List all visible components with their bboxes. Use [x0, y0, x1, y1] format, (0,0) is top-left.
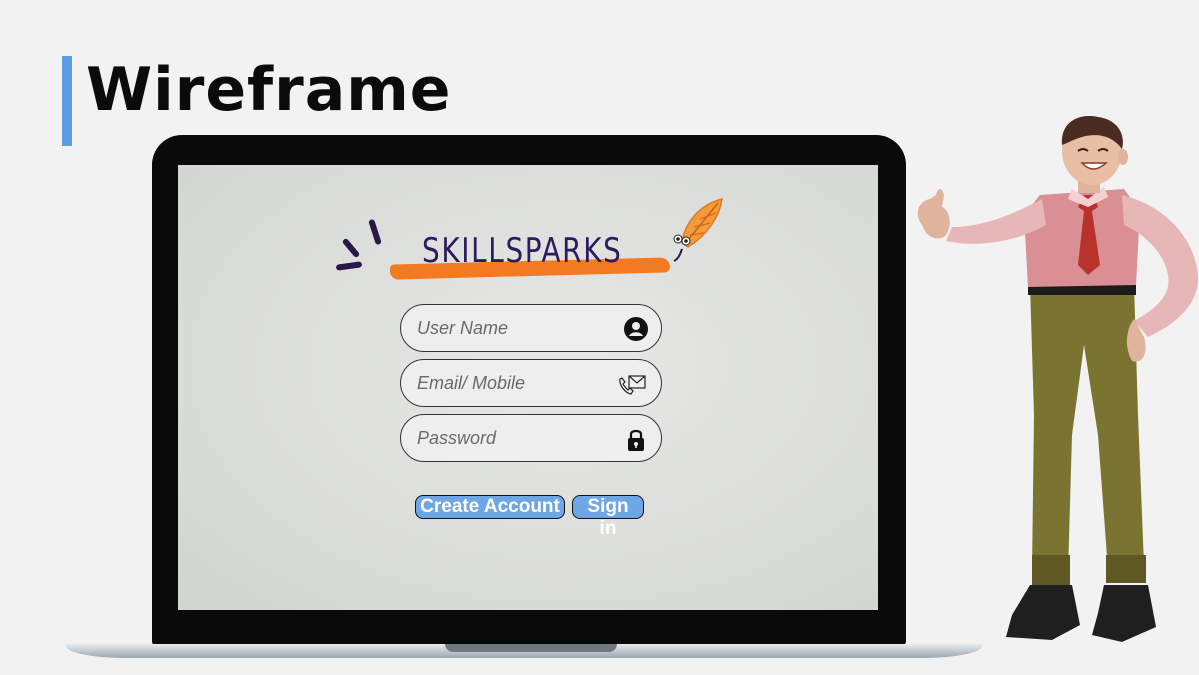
laptop-screen: SKILLSPARKS User Name Email/ Mobile Crea…	[178, 165, 878, 610]
email-mobile-field[interactable]	[400, 359, 662, 407]
sign-in-button[interactable]: Sign in	[572, 495, 644, 539]
character-illustration	[917, 116, 1199, 642]
username-input[interactable]	[417, 305, 607, 351]
create-account-button[interactable]: Create Account	[415, 495, 565, 519]
username-field[interactable]	[400, 304, 662, 352]
logo-text: SKILLSPARKS	[422, 231, 623, 271]
feather-mascot-icon	[673, 198, 723, 262]
user-circle-icon	[624, 317, 648, 341]
slide: Wireframe SKILLSPARKS User Name Email/ M…	[0, 0, 1199, 675]
email-mobile-input[interactable]	[417, 360, 607, 406]
slide-title: Wireframe	[86, 55, 452, 125]
lock-icon	[628, 429, 644, 451]
phone-mail-icon	[619, 375, 646, 395]
password-field[interactable]	[400, 414, 662, 462]
laptop-notch	[445, 644, 617, 652]
password-input[interactable]	[417, 415, 607, 461]
title-accent-bar	[62, 56, 72, 146]
